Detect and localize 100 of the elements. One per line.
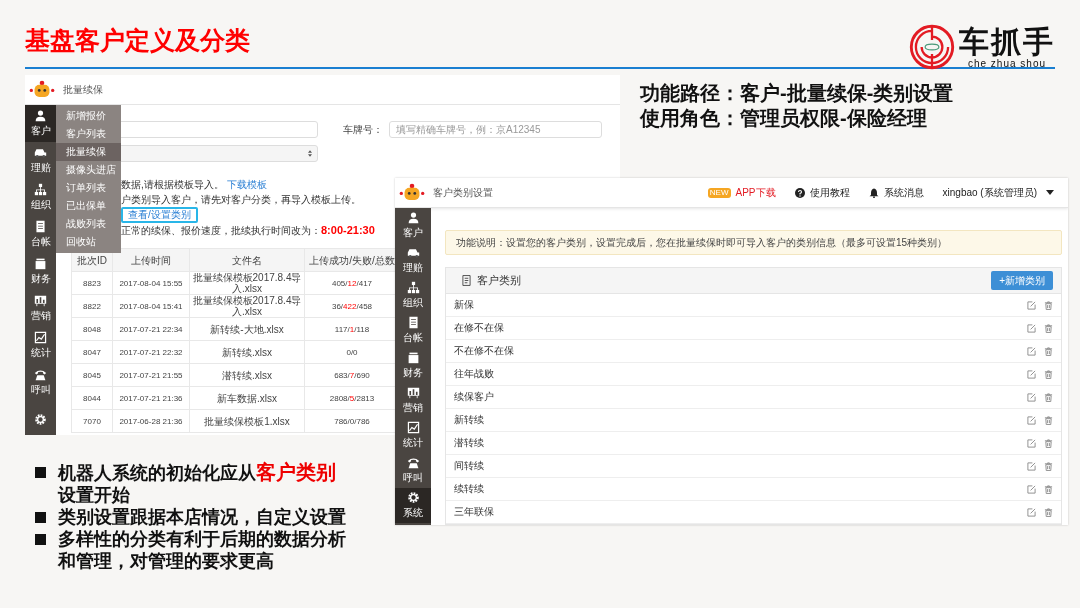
sidebar-item[interactable]: 呼叫 <box>395 453 431 488</box>
note-text: 正常的续保、报价速度，批续执行时间改为： <box>121 225 321 236</box>
ledger-icon <box>406 316 420 329</box>
category-name: 新转续 <box>454 413 485 427</box>
org-chart-icon <box>34 183 47 196</box>
edit-icon[interactable] <box>1027 300 1036 310</box>
trash-icon[interactable] <box>1044 346 1053 356</box>
table-cell: 2017-07-21 22:34 <box>112 317 190 341</box>
table-cell: 批量续保模板2017.8.4导入.xlsx <box>189 294 305 318</box>
trash-icon[interactable] <box>1044 461 1053 471</box>
sidebar-item[interactable]: 统计 <box>25 327 56 364</box>
new-badge: NEW <box>707 187 731 198</box>
messages-link[interactable]: 系统消息 <box>883 185 924 200</box>
sidebar-item[interactable]: 财务 <box>25 253 56 290</box>
person-icon <box>406 211 420 224</box>
bell-icon <box>868 187 879 198</box>
edit-icon[interactable] <box>1027 369 1036 379</box>
info-line: 使用角色：管理员权限-保险经理 <box>640 106 928 131</box>
table-cell: 潜转续.xlsx <box>189 363 305 387</box>
table-cell: 8047 <box>71 340 113 364</box>
help-icon <box>794 187 805 198</box>
bullet-text: 多样性的分类有利于后期的数据分析和管理，对管理的要求更高 <box>58 528 347 572</box>
submenu-item[interactable]: 客户列表 <box>56 125 121 143</box>
sidebar-item[interactable]: 客户 <box>25 105 56 142</box>
edit-icon[interactable] <box>1027 438 1036 448</box>
category-name: 往年战败 <box>454 367 495 381</box>
table-cell: 8048 <box>71 317 113 341</box>
bullet-text: 机器人系统的初始化应从客户类别设置开始 <box>58 461 337 506</box>
submenu-item[interactable]: 已出保单 <box>56 197 121 215</box>
view-categories-link[interactable]: 查看/设置类别 <box>121 207 198 223</box>
cash-box-icon <box>34 257 47 270</box>
table-cell: 2017-08-04 15:55 <box>112 271 190 295</box>
column-header: 上传时间 <box>112 248 190 272</box>
user-menu[interactable]: xingbao (系统管理员) <box>942 185 1037 200</box>
submenu-item[interactable]: 回收站 <box>56 233 121 251</box>
category-name: 新保 <box>454 298 475 312</box>
edit-icon[interactable] <box>1027 346 1036 356</box>
brand-name: 车抓手 <box>959 25 1055 58</box>
note-text: 户类别导入客户，请先对客户分类，再导入模板上传。 <box>121 194 361 205</box>
slide-title: 基盘客户定义及分类 <box>25 25 250 56</box>
edit-icon[interactable] <box>1027 323 1036 333</box>
app-download-link[interactable]: APP下载 <box>735 185 776 200</box>
column-header: 文件名 <box>189 248 305 272</box>
mascot-logo-icon <box>29 80 55 99</box>
trash-icon[interactable] <box>1044 323 1053 333</box>
info-line: 功能路径：客户-批量续保-类别设置 <box>640 81 954 106</box>
submenu-item[interactable]: 战败列表 <box>56 215 121 233</box>
org-chart-icon <box>406 281 420 294</box>
input-field[interactable] <box>118 121 318 138</box>
category-name: 在修不在保 <box>454 321 505 335</box>
ledger-icon <box>34 220 47 233</box>
table-cell: 8823 <box>71 271 113 295</box>
plate-input-field[interactable]: 填写精确车牌号，例：京A12345 <box>389 121 602 138</box>
submenu-item[interactable]: 订单列表 <box>56 179 121 197</box>
trash-icon[interactable] <box>1044 438 1053 448</box>
person-icon <box>34 109 47 122</box>
sidebar-item[interactable]: 理赔 <box>25 142 56 179</box>
trash-icon[interactable] <box>1044 484 1053 494</box>
category-name: 潜转续 <box>454 436 485 450</box>
trash-icon[interactable] <box>1044 369 1053 379</box>
sidebar-item[interactable]: 营销 <box>25 290 56 327</box>
edit-icon[interactable] <box>1027 507 1036 517</box>
submenu-item[interactable]: 批量续保 <box>56 143 121 161</box>
trash-icon[interactable] <box>1044 300 1053 310</box>
submenu-item[interactable]: 新增报价 <box>56 107 121 125</box>
edit-icon[interactable] <box>1027 484 1036 494</box>
cash-box-icon <box>406 351 420 364</box>
trash-icon[interactable] <box>1044 415 1053 425</box>
document-icon <box>462 275 471 286</box>
table-cell: 8822 <box>71 294 113 318</box>
line-chart-icon <box>406 421 420 434</box>
sidebar-item[interactable]: 呼叫 <box>25 364 56 401</box>
help-link[interactable]: 使用教程 <box>809 185 850 200</box>
trash-icon[interactable] <box>1044 392 1053 402</box>
phone-icon <box>34 368 47 381</box>
table-cell: 2017-07-21 21:55 <box>112 363 190 387</box>
page-title: 客户类别设置 <box>433 185 493 200</box>
submenu-item[interactable]: 摄像头进店 <box>56 161 121 179</box>
edit-icon[interactable] <box>1027 415 1036 425</box>
sidebar-item[interactable]: 台帐 <box>25 216 56 253</box>
trash-icon[interactable] <box>1044 507 1053 517</box>
category-name: 三年联保 <box>454 505 495 519</box>
square-bullet-icon <box>35 512 46 523</box>
updown-arrow-icon <box>308 150 312 157</box>
edit-icon[interactable] <box>1027 461 1036 471</box>
sidebar-item[interactable]: 客户 <box>395 208 431 243</box>
select-field[interactable] <box>118 145 318 162</box>
download-link[interactable]: 下载模板 <box>226 179 267 190</box>
page-title: 批量续保 <box>63 82 103 97</box>
square-bullet-icon <box>35 534 46 545</box>
gear-icon <box>406 491 420 504</box>
edit-icon[interactable] <box>1027 392 1036 402</box>
sidebar-item[interactable]: 组织 <box>25 179 56 216</box>
plate-label: 车牌号： <box>343 122 383 137</box>
table-cell: 8044 <box>71 386 113 410</box>
bar-chart-icon <box>34 294 47 307</box>
sidebar-item[interactable]: 系统 <box>395 488 431 523</box>
table-cell: 7070 <box>71 409 113 433</box>
notice-banner: 功能说明：设置您的客户类别，设置完成后，您在批量续保时即可导入客户的类别信息（最多可设置15种类别） <box>445 230 1062 255</box>
phone-icon <box>406 456 420 469</box>
